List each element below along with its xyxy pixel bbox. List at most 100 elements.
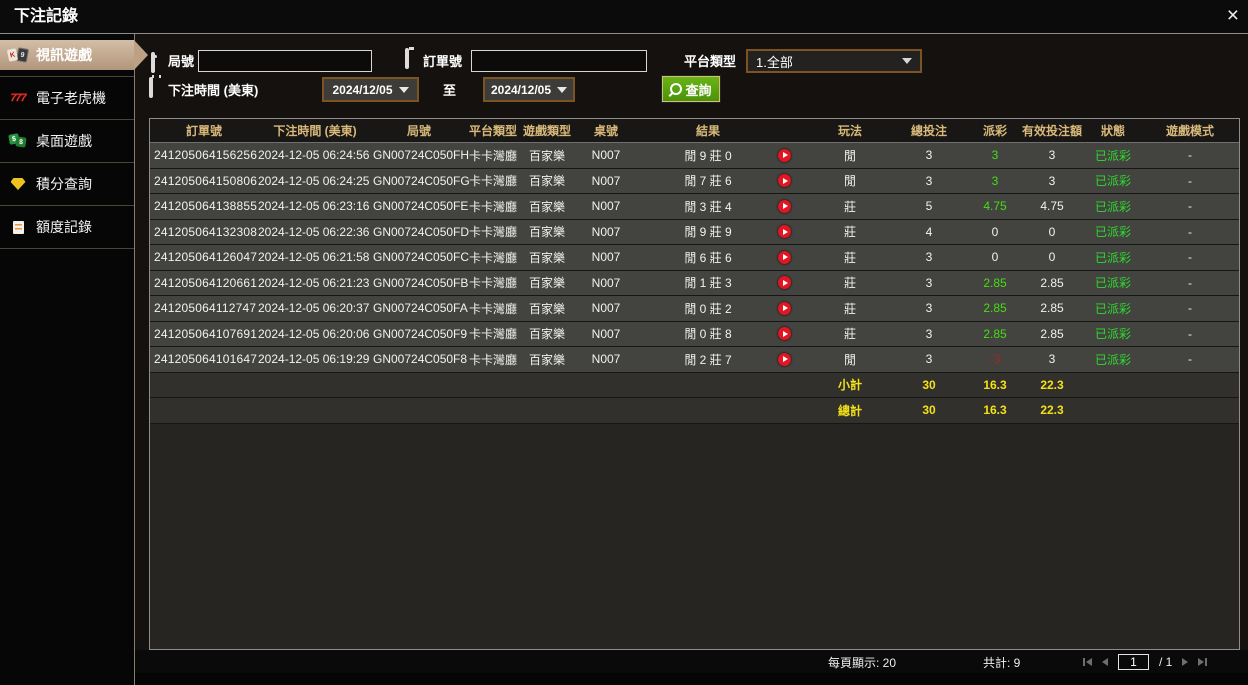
result-text: 閒 0 莊 2 [638,300,778,317]
table-no-cell: N007 [574,174,638,188]
first-page-icon[interactable] [1083,658,1092,666]
sidebar-item-label: 電子老虎機 [36,88,106,108]
valid-bet-cell: 0 [1020,225,1084,239]
sidebar-item-table-games[interactable]: $$桌面遊戲 [0,126,134,156]
order-cell: 241205064126047 [150,250,258,264]
chevron-down-icon [902,58,912,64]
payout-cell: 4.75 [970,199,1020,213]
play-cell: 莊 [812,198,888,215]
valid-bet-cell: 3 [1020,148,1084,162]
mode-cell: - [1142,327,1238,341]
result-text: 閒 0 莊 8 [638,325,778,342]
replay-icon[interactable] [778,353,791,366]
game-cell: 百家樂 [520,198,574,215]
replay-icon[interactable] [778,327,791,340]
table-row: 2412050641508062024-12-05 06:24:25GN0072… [150,169,1239,195]
result-text: 閒 6 莊 6 [638,249,778,266]
order-input[interactable] [471,50,647,72]
game-cell: 百家樂 [520,351,574,368]
replay-icon[interactable] [778,251,791,264]
round-cell: GN00724C050F8 [372,352,466,366]
column-header: 訂單號 [150,122,258,139]
replay-icon[interactable] [778,225,791,238]
close-icon[interactable]: × [1227,2,1239,30]
prev-page-icon[interactable] [1102,658,1108,666]
mode-cell: - [1142,250,1238,264]
table-no-cell: N007 [574,199,638,213]
game-cell: 百家樂 [520,223,574,240]
payout-cell: 2.85 [970,327,1020,341]
play-cell: 莊 [812,300,888,317]
table-no-cell: N007 [574,225,638,239]
time-cell: 2024-12-05 06:24:56 [258,148,372,162]
platform-selected-value: 1.全部 [756,52,793,71]
total-bet-cell: 3 [888,276,970,290]
round-cell: GN00724C050FG [372,174,466,188]
play-cell: 莊 [812,274,888,291]
time-cell: 2024-12-05 06:23:16 [258,199,372,213]
cards-icon: K9 [7,46,29,64]
next-page-icon[interactable] [1182,658,1188,666]
column-header: 總投注 [888,122,970,139]
result-text: 閒 7 莊 6 [638,172,778,189]
bottom-strip [0,673,1248,685]
pagination-nav: / 1 [1083,650,1207,673]
sidebar-item-slots[interactable]: 777電子老虎機 [0,83,134,113]
round-input[interactable] [198,50,372,72]
bet-records-window: { "window": { "title": "下注記錄", "close_gl… [0,0,1248,685]
platform-select[interactable]: 1.全部 [746,49,922,73]
replay-icon[interactable] [778,174,791,187]
last-page-icon[interactable] [1198,658,1207,666]
result-cell: 閒 3 莊 4 [638,198,812,215]
payout-cell: 0 [970,250,1020,264]
column-header: 平台類型 [466,122,520,139]
status-cell: 已派彩 [1084,223,1142,240]
column-header: 狀態 [1084,122,1142,139]
page-input[interactable] [1118,654,1149,670]
mode-cell: - [1142,352,1238,366]
table-row: 2412050641388552024-12-05 06:23:16GN0072… [150,194,1239,220]
table-games-icon: $$ [7,132,29,150]
platform-cell: 卡卡灣廳 [466,223,520,240]
game-cell: 百家樂 [520,147,574,164]
status-cell: 已派彩 [1084,172,1142,189]
table-no-cell: N007 [574,276,638,290]
total-bet-cell: 4 [888,225,970,239]
column-header: 遊戲類型 [520,122,574,139]
sidebar-item-quota[interactable]: 額度記錄 [0,212,134,242]
date-from-picker[interactable]: 2024/12/05 [322,77,419,102]
platform-cell: 卡卡灣廳 [466,172,520,189]
valid-bet-cell: 4.75 [1020,199,1084,213]
status-cell: 已派彩 [1084,249,1142,266]
search-icon [670,83,682,95]
replay-icon[interactable] [778,149,791,162]
sidebar-item-video-games[interactable]: K9視訊遊戲 [0,40,134,70]
time-cell: 2024-12-05 06:22:36 [258,225,372,239]
table-no-cell: N007 [574,327,638,341]
sidebar-item-points[interactable]: 積分查詢 [0,169,134,199]
replay-icon[interactable] [778,302,791,315]
total-bet-cell: 5 [888,199,970,213]
status-cell: 已派彩 [1084,351,1142,368]
search-button[interactable]: 查詢 [662,76,720,102]
platform-cell: 卡卡灣廳 [466,300,520,317]
clipboard-icon [405,50,409,68]
sidebar-separator [0,162,134,163]
replay-icon[interactable] [778,200,791,213]
play-cell: 莊 [812,223,888,240]
table-no-cell: N007 [574,148,638,162]
bet-time-label: 下注時間 (美東) [168,79,258,102]
total-count-label: 共計: 9 [983,654,1020,671]
time-cell: 2024-12-05 06:19:29 [258,352,372,366]
total-bet-cell: 3 [888,327,970,341]
calendar-icon [149,79,153,97]
date-to-picker[interactable]: 2024/12/05 [483,77,575,102]
play-cell: 閒 [812,351,888,368]
platform-cell: 卡卡灣廳 [466,351,520,368]
date-to-value: 2024/12/05 [491,83,551,97]
replay-icon[interactable] [778,276,791,289]
order-cell: 241205064132308 [150,225,258,239]
total-valid-bet: 22.3 [1020,403,1084,417]
table-row: 2412050641260472024-12-05 06:21:58GN0072… [150,245,1239,271]
status-cell: 已派彩 [1084,147,1142,164]
